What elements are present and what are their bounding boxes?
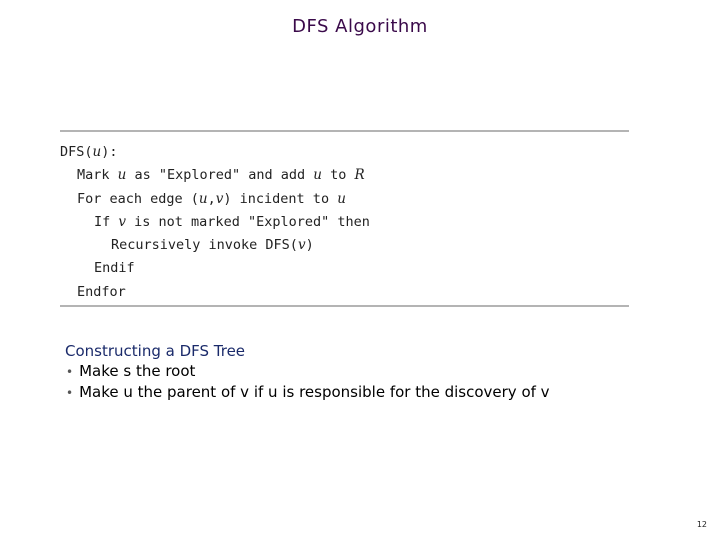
code-text: Endif <box>94 260 135 277</box>
code-text: as "Explored" and add <box>126 167 314 184</box>
math-var: u <box>198 190 208 207</box>
algorithm-top-rule <box>60 130 629 132</box>
bullet-text: Make u the parent of v if u is responsib… <box>79 383 550 401</box>
bullet-text: Make s the root <box>79 362 196 380</box>
algorithm-bottom-rule <box>60 305 629 307</box>
code-text: ): <box>101 144 118 160</box>
math-var: u <box>313 167 322 184</box>
algo-line-if: If v is not marked "Explored" then <box>60 211 370 234</box>
math-var: u <box>337 190 346 207</box>
math-var: u <box>92 144 102 160</box>
code-text: If <box>94 213 119 230</box>
algo-line-recurse: Recursively invoke DFS(v) <box>60 234 370 257</box>
code-text: ) incident to <box>223 190 338 207</box>
code-text: For each edge ( <box>77 190 199 207</box>
bullet-icon: • <box>66 386 74 400</box>
code-text: Mark <box>77 167 118 184</box>
algorithm-pseudocode: DFS(u): Mark u as "Explored" and add u t… <box>60 141 370 304</box>
code-text: is not marked "Explored" then <box>126 213 370 230</box>
code-text: ) <box>305 237 314 254</box>
code-text: to <box>321 167 355 184</box>
code-text: DFS( <box>60 144 93 160</box>
algo-line-endif: Endif <box>60 257 370 280</box>
algo-line-signature: DFS(u): <box>60 141 370 164</box>
code-text: Recursively invoke DFS( <box>111 237 298 254</box>
notes-heading: Constructing a DFS Tree <box>65 342 246 360</box>
code-text: , <box>207 190 216 207</box>
slide-title: DFS Algorithm <box>292 16 428 37</box>
math-var: v <box>118 213 127 230</box>
math-var: R <box>354 167 365 184</box>
math-var: v <box>297 237 306 254</box>
algo-line-for: For each edge (u,v) incident to u <box>60 188 370 211</box>
bullet-item: • Make u the parent of v if u is responsi… <box>65 382 550 403</box>
bullet-item: • Make s the root <box>65 361 550 382</box>
bullet-icon: • <box>66 365 74 379</box>
code-text: Endfor <box>77 283 126 300</box>
page-number: 12 <box>696 520 707 529</box>
algo-line-mark: Mark u as "Explored" and add u to R <box>60 164 370 187</box>
algo-line-endfor: Endfor <box>60 281 370 304</box>
notes-section: Constructing a DFS Tree • Make s the root… <box>65 341 550 403</box>
